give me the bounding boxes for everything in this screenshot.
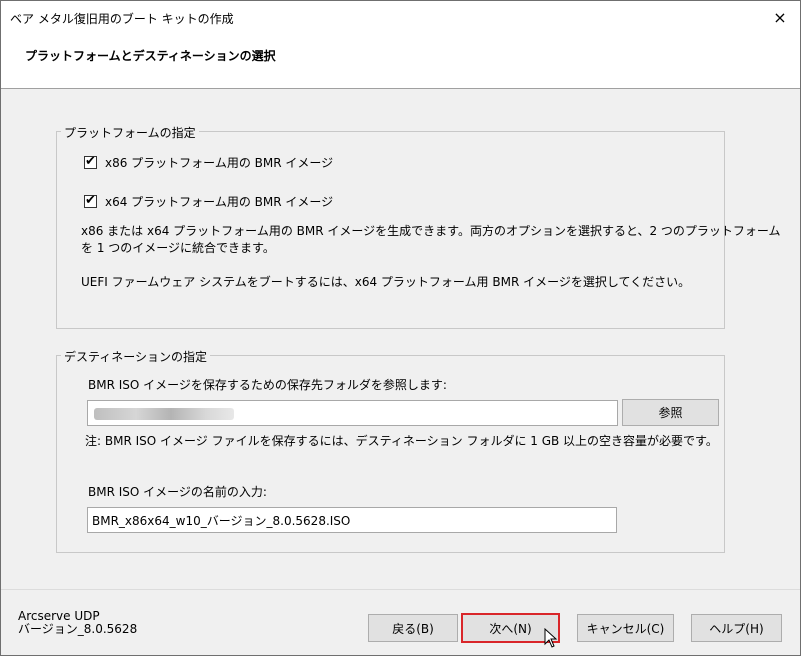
browse-button[interactable]: 参照: [622, 399, 719, 426]
mouse-cursor-icon: [544, 628, 558, 648]
space-note: 注: BMR ISO イメージ ファイルを保存するには、デスティネーション フォ…: [85, 434, 718, 448]
x64-option[interactable]: ✔ x64 プラットフォーム用の BMR イメージ: [84, 193, 333, 210]
platform-description-line1: x86 または x64 プラットフォーム用の BMR イメージを生成できます。両…: [81, 224, 781, 238]
page-title: プラットフォームとデスティネーションの選択: [25, 49, 276, 63]
x64-checkbox-label: x64 プラットフォーム用の BMR イメージ: [105, 195, 334, 209]
dialog-window: ベア メタル復旧用のブート キットの作成 × プラットフォームとデスティネーショ…: [0, 0, 801, 656]
destination-group-legend: デスティネーションの指定: [61, 348, 211, 365]
x86-option[interactable]: ✔ x86 プラットフォーム用の BMR イメージ: [84, 154, 333, 171]
back-button[interactable]: 戻る(B): [368, 614, 458, 642]
platform-group: プラットフォームの指定 ✔ x86 プラットフォーム用の BMR イメージ ✔ …: [56, 124, 781, 329]
back-button-label: 戻る(B): [392, 621, 434, 636]
cancel-button[interactable]: キャンセル(C): [577, 614, 674, 642]
help-button[interactable]: ヘルプ(H): [691, 614, 782, 642]
check-icon: ✔: [85, 193, 96, 208]
browse-button-label: 参照: [658, 406, 683, 420]
wizard-header: プラットフォームとデスティネーションの選択: [1, 33, 800, 89]
iso-name-value: BMR_x86x64_w10_バージョン_8.0.5628.ISO: [92, 514, 351, 528]
blurred-folder-path: [94, 408, 234, 420]
folder-label: BMR ISO イメージを保存するための保存先フォルダを参照します:: [88, 378, 447, 392]
iso-name-label: BMR ISO イメージの名前の入力:: [88, 485, 267, 499]
x86-checkbox[interactable]: ✔: [84, 154, 97, 169]
close-icon: ×: [773, 7, 787, 27]
close-button[interactable]: ×: [760, 1, 800, 33]
window-title: ベア メタル復旧用のブート キットの作成: [10, 12, 234, 26]
destination-group: デスティネーションの指定 BMR ISO イメージを保存するための保存先フォルダ…: [56, 348, 725, 553]
iso-name-input[interactable]: BMR_x86x64_w10_バージョン_8.0.5628.ISO: [87, 507, 617, 533]
platform-description-line2: を 1 つのイメージに統合できます。: [81, 241, 275, 255]
next-button-label: 次へ(N): [489, 621, 532, 636]
x86-checkbox-label: x86 プラットフォーム用の BMR イメージ: [105, 156, 334, 170]
product-version: バージョン_8.0.5628: [18, 622, 138, 636]
x64-checkbox[interactable]: ✔: [84, 193, 97, 208]
title-bar: ベア メタル復旧用のブート キットの作成 ×: [1, 1, 800, 33]
help-button-label: ヘルプ(H): [709, 621, 764, 636]
footer-divider: [1, 589, 800, 590]
destination-folder-input[interactable]: [87, 400, 618, 426]
platform-group-legend: プラットフォームの指定: [61, 124, 199, 141]
product-name: Arcserve UDP: [18, 609, 100, 623]
check-icon: ✔: [85, 154, 96, 169]
cancel-button-label: キャンセル(C): [586, 621, 665, 636]
uefi-note: UEFI ファームウェア システムをブートするには、x64 プラットフォーム用 …: [81, 275, 691, 289]
